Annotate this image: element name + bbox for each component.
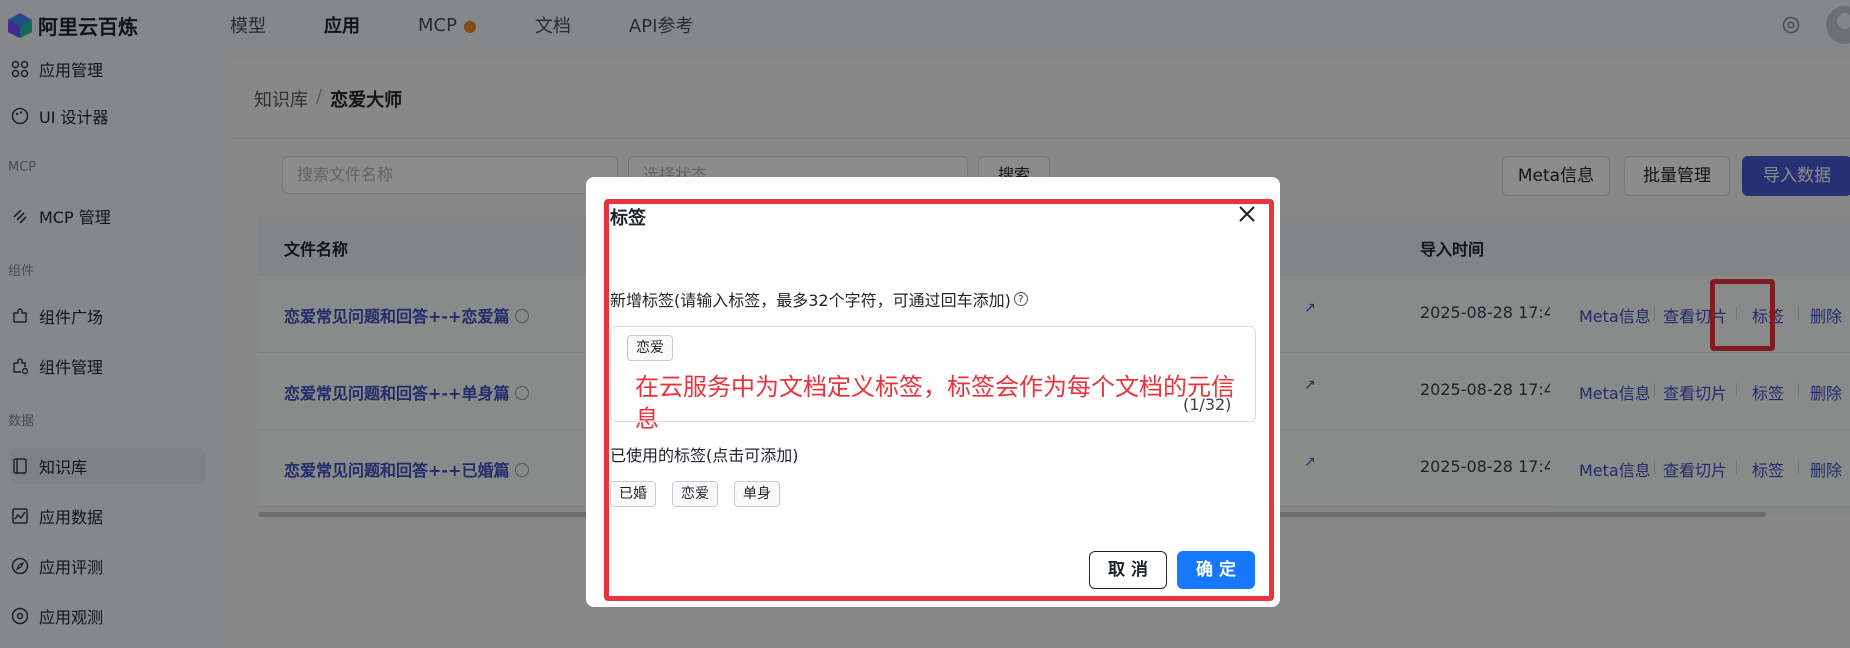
- tag-chip[interactable]: 恋爱: [627, 335, 673, 361]
- cancel-button[interactable]: 取 消: [1089, 551, 1167, 589]
- new-tag-label: 新增标签(请输入标签，最多32个字符，可通过回车添加) ?: [610, 287, 1028, 311]
- annotation-text: 在云服务中为文档定义标签，标签会作为每个文档的元信息: [635, 373, 1235, 433]
- tag-modal: 标签 新增标签(请输入标签，最多32个字符，可通过回车添加) ? 恋爱 在云服务…: [586, 177, 1280, 607]
- used-tags-label: 已使用的标签(点击可添加): [610, 446, 799, 465]
- close-icon[interactable]: [1234, 201, 1260, 227]
- used-tags-list: 已婚 恋爱 单身: [610, 481, 780, 507]
- char-counter: (1/32): [1183, 395, 1232, 414]
- modal-title: 标签: [610, 208, 646, 229]
- tag-input[interactable]: 恋爱 在云服务中为文档定义标签，标签会作为每个文档的元信息 (1/32): [610, 326, 1256, 433]
- confirm-button[interactable]: 确 定: [1177, 551, 1255, 589]
- new-tag-label-text: 新增标签(请输入标签，最多32个字符，可通过回车添加): [610, 291, 1011, 310]
- question-icon[interactable]: ?: [1013, 292, 1028, 306]
- used-tag-single[interactable]: 单身: [734, 481, 780, 507]
- used-tag-married[interactable]: 已婚: [610, 481, 656, 507]
- used-tag-love[interactable]: 恋爱: [672, 481, 718, 507]
